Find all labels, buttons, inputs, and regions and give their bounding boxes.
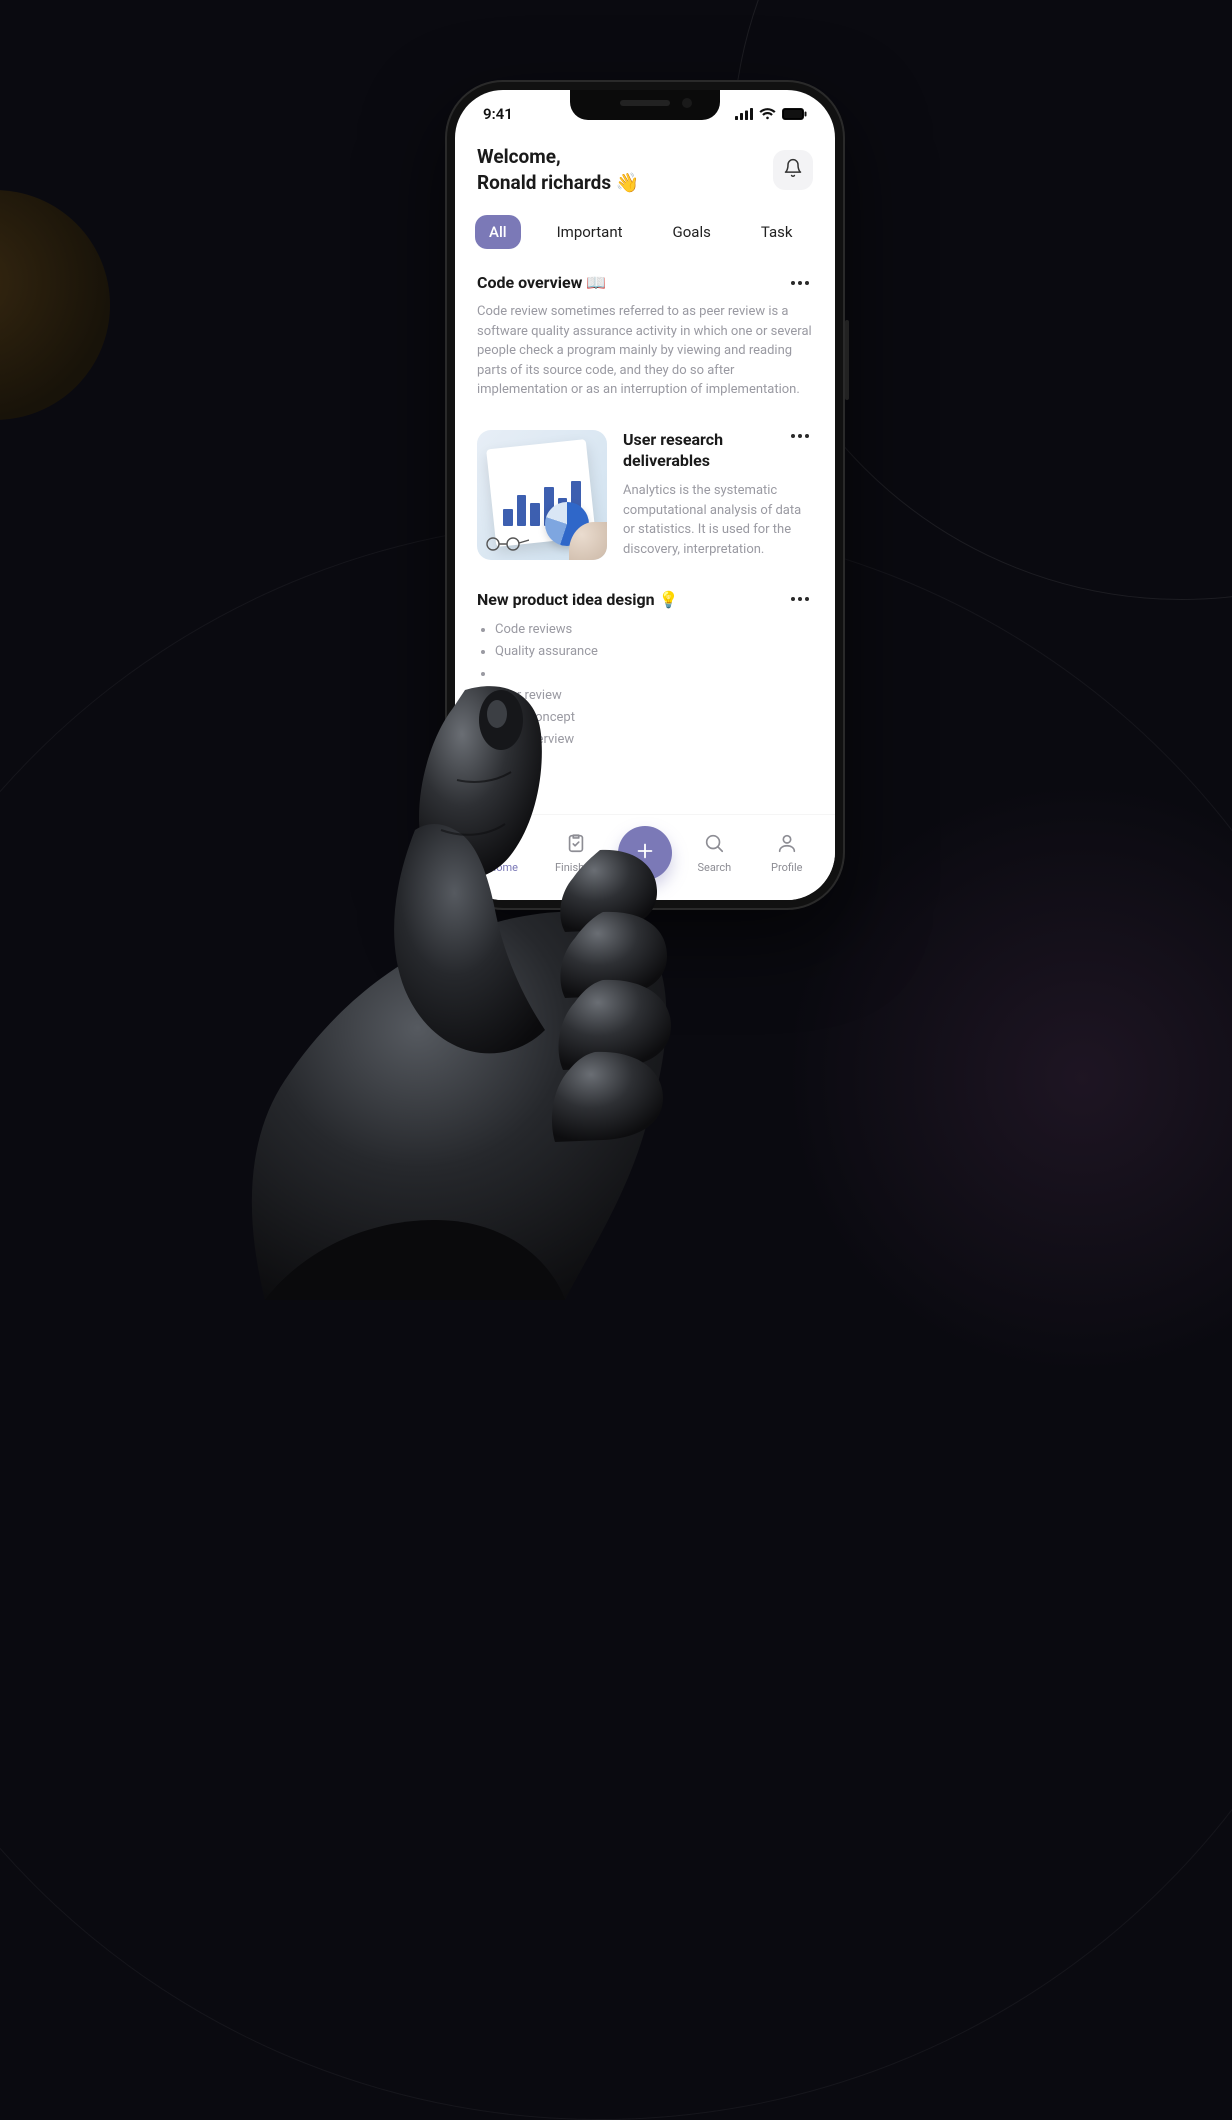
note-card[interactable]: New product idea design 💡 Code reviews Q… xyxy=(477,590,813,752)
nav-label: Search xyxy=(697,861,731,874)
header: Welcome, Ronald richards 👋 xyxy=(455,138,835,209)
wifi-icon xyxy=(759,108,776,120)
note-body: Code review sometimes referred to as pee… xyxy=(477,302,813,400)
note-body: Analytics is the systematic computationa… xyxy=(623,481,813,559)
note-thumbnail xyxy=(477,430,607,560)
nav-profile[interactable]: Profile xyxy=(757,832,817,874)
notifications-button[interactable] xyxy=(773,150,813,190)
nav-label: Finished xyxy=(555,861,596,874)
welcome-text: Welcome, Ronald richards 👋 xyxy=(477,144,639,195)
nav-finished[interactable]: Finished xyxy=(546,832,606,874)
phone-frame: 9:41 Welcome, Ronald richards 👋 xyxy=(445,80,845,910)
tab-goals[interactable]: Goals xyxy=(659,215,725,249)
list-item: Peer review xyxy=(495,685,813,707)
welcome-line-1: Welcome, xyxy=(477,144,639,170)
list-item: Code concept xyxy=(495,707,813,729)
home-icon xyxy=(492,832,514,857)
note-title: Code overview 📖 xyxy=(477,273,606,292)
nav-label: Profile xyxy=(771,861,802,874)
bottom-nav: Home Finished Search xyxy=(455,814,835,900)
tab-all[interactable]: All xyxy=(475,215,521,249)
tab-product[interactable]: Product xyxy=(828,215,835,249)
background-circle xyxy=(0,190,110,420)
status-indicators xyxy=(735,108,807,120)
welcome-line-2: Ronald richards 👋 xyxy=(477,170,639,196)
add-note-button[interactable] xyxy=(618,826,672,880)
clipboard-check-icon xyxy=(565,832,587,857)
note-card[interactable]: User research deliverables Analytics is … xyxy=(477,430,813,560)
list-item: Code reviews xyxy=(495,619,813,641)
search-icon xyxy=(703,832,725,857)
nav-search[interactable]: Search xyxy=(684,832,744,874)
note-title: New product idea design 💡 xyxy=(477,590,679,609)
note-bullet-list: Code reviews Quality assurance Peer revi… xyxy=(477,619,813,752)
list-item xyxy=(495,663,813,685)
list-item: Quality assurance xyxy=(495,641,813,663)
nav-home[interactable]: Home xyxy=(473,832,533,874)
note-more-button[interactable] xyxy=(787,277,813,289)
phone-screen: 9:41 Welcome, Ronald richards 👋 xyxy=(455,90,835,900)
status-time: 9:41 xyxy=(483,105,513,123)
bell-icon xyxy=(783,158,803,182)
background-glow xyxy=(782,778,1232,1378)
list-item: Idea overview xyxy=(495,729,813,751)
tab-important[interactable]: Important xyxy=(543,215,637,249)
battery-icon xyxy=(782,108,807,120)
nav-label: Home xyxy=(488,861,518,874)
note-card[interactable]: Code overview 📖 Code review sometimes re… xyxy=(477,273,813,400)
note-more-button[interactable] xyxy=(787,430,813,442)
phone-notch xyxy=(570,90,720,120)
note-title: User research deliverables xyxy=(623,430,787,472)
note-list: Code overview 📖 Code review sometimes re… xyxy=(455,259,835,900)
plus-icon xyxy=(634,840,656,866)
cellular-icon xyxy=(735,108,753,120)
tab-task[interactable]: Task xyxy=(747,215,807,249)
note-more-button[interactable] xyxy=(787,593,813,605)
category-tabs: All Important Goals Task Product xyxy=(455,209,835,259)
profile-icon xyxy=(776,832,798,857)
